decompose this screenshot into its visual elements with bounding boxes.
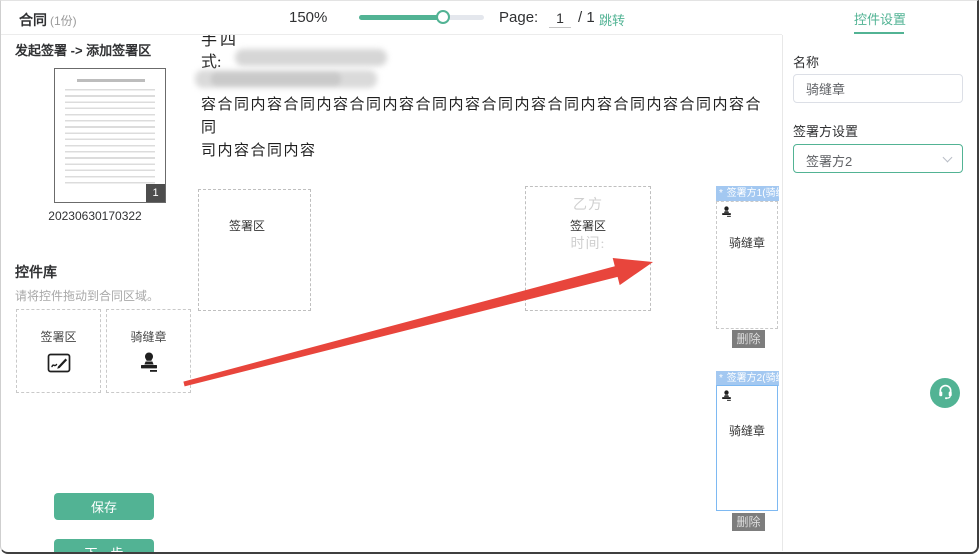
esign-editor-window: 合同(1份) 150% Page: / 1 跳转 控件设置 发起签署 -> 添加… [0,0,979,554]
customer-service-button[interactable] [930,378,960,408]
signer-tag-label: 签署方1(骑缝章) [727,188,779,199]
library-item-sign-area[interactable]: 签署区 [16,309,101,393]
headset-icon [937,383,954,403]
redaction-blur [211,73,341,85]
stamp-icon [720,389,733,407]
signer-select[interactable]: 签署方2 [793,144,963,173]
name-field-label: 名称 [793,52,819,71]
required-mark: * [719,188,723,199]
control-library-heading: 控件库 [15,262,57,282]
paging-seal-label: 骑缝章 [717,422,777,439]
signer-tag[interactable]: * 签署方2(骑缝章) [716,371,779,386]
document-canvas: 手四 式: 容合同内容合同内容合同内容合同内容合同内容合同内容合同内容合同内容合… [191,35,781,554]
paging-seal-box[interactable]: 骑缝章 [716,385,778,511]
document-name: 20230630170322 [15,209,175,223]
sign-area-placement-2[interactable]: 乙方 签署区 时间: [525,186,651,311]
stamp-icon [720,205,733,223]
library-item-label: 骑缝章 [107,328,190,345]
next-step-button[interactable]: 下一步 [54,539,154,554]
stamp-icon [137,350,161,379]
zoom-slider-handle[interactable] [436,10,450,24]
tab-active-underline [854,32,904,34]
delete-button[interactable]: 删除 [732,513,765,531]
paragraph-line: 容合同内容合同内容合同内容合同内容合同内容合同内容合同内容合同内容合同 [201,94,767,140]
underlying-doc-text: 时间: [526,233,650,253]
sidebar-heading: 发起签署 -> 添加签署区 [15,40,151,59]
control-name-input[interactable] [793,74,963,103]
page-number-badge: 1 [146,184,165,202]
sign-area-label: 签署区 [229,217,265,234]
underlying-doc-text: 乙方 [526,194,650,214]
signer-tag-label: 签署方2(骑缝章) [727,373,779,384]
signer-tag[interactable]: * 签署方1(骑缝章) [716,186,779,201]
sign-area-placement-1[interactable]: 签署区 [198,189,311,311]
page-jump-link[interactable]: 跳转 [599,10,625,29]
paragraph-line: 司内容合同内容 [201,140,767,163]
paging-seal-box[interactable]: 骑缝章 [716,201,778,329]
contract-count: (1份) [50,14,77,28]
zoom-slider[interactable] [359,15,484,20]
redacted-line-prefix: 式: [201,48,221,72]
zoom-percent: 150% [289,9,327,26]
contract-paragraph: 容合同内容合同内容合同内容合同内容合同内容合同内容合同内容合同内容合同 司内容合… [201,94,767,163]
paging-seal-label: 骑缝章 [717,234,777,251]
page-total: / 1 [578,9,595,26]
redaction-blur [235,49,387,66]
delete-button[interactable]: 删除 [732,330,765,348]
signer-setting-label: 签署方设置 [793,121,858,140]
contract-title-text: 合同 [19,12,47,28]
panel-divider [782,35,783,551]
page-label: Page: [499,9,538,26]
page-thumbnail[interactable]: 1 [54,68,166,203]
thumbnail-title-line [77,79,145,82]
chevron-down-icon [943,153,953,163]
thumbnail-text-lines [65,89,155,188]
contract-title: 合同(1份) [19,10,77,30]
sign-area-label: 签署区 [570,217,606,234]
zoom-slider-fill [359,15,443,20]
page-number-input[interactable] [549,8,571,28]
tab-control-settings[interactable]: 控件设置 [854,9,906,28]
required-mark: * [719,373,723,384]
save-button[interactable]: 保存 [54,493,154,520]
signature-pad-icon [46,350,72,381]
control-library-hint: 请将控件拖动到合同区域。 [15,287,159,304]
signer-select-value: 签署方2 [806,151,852,170]
library-item-label: 签署区 [17,328,100,345]
library-item-paging-seal[interactable]: 骑缝章 [106,309,191,393]
